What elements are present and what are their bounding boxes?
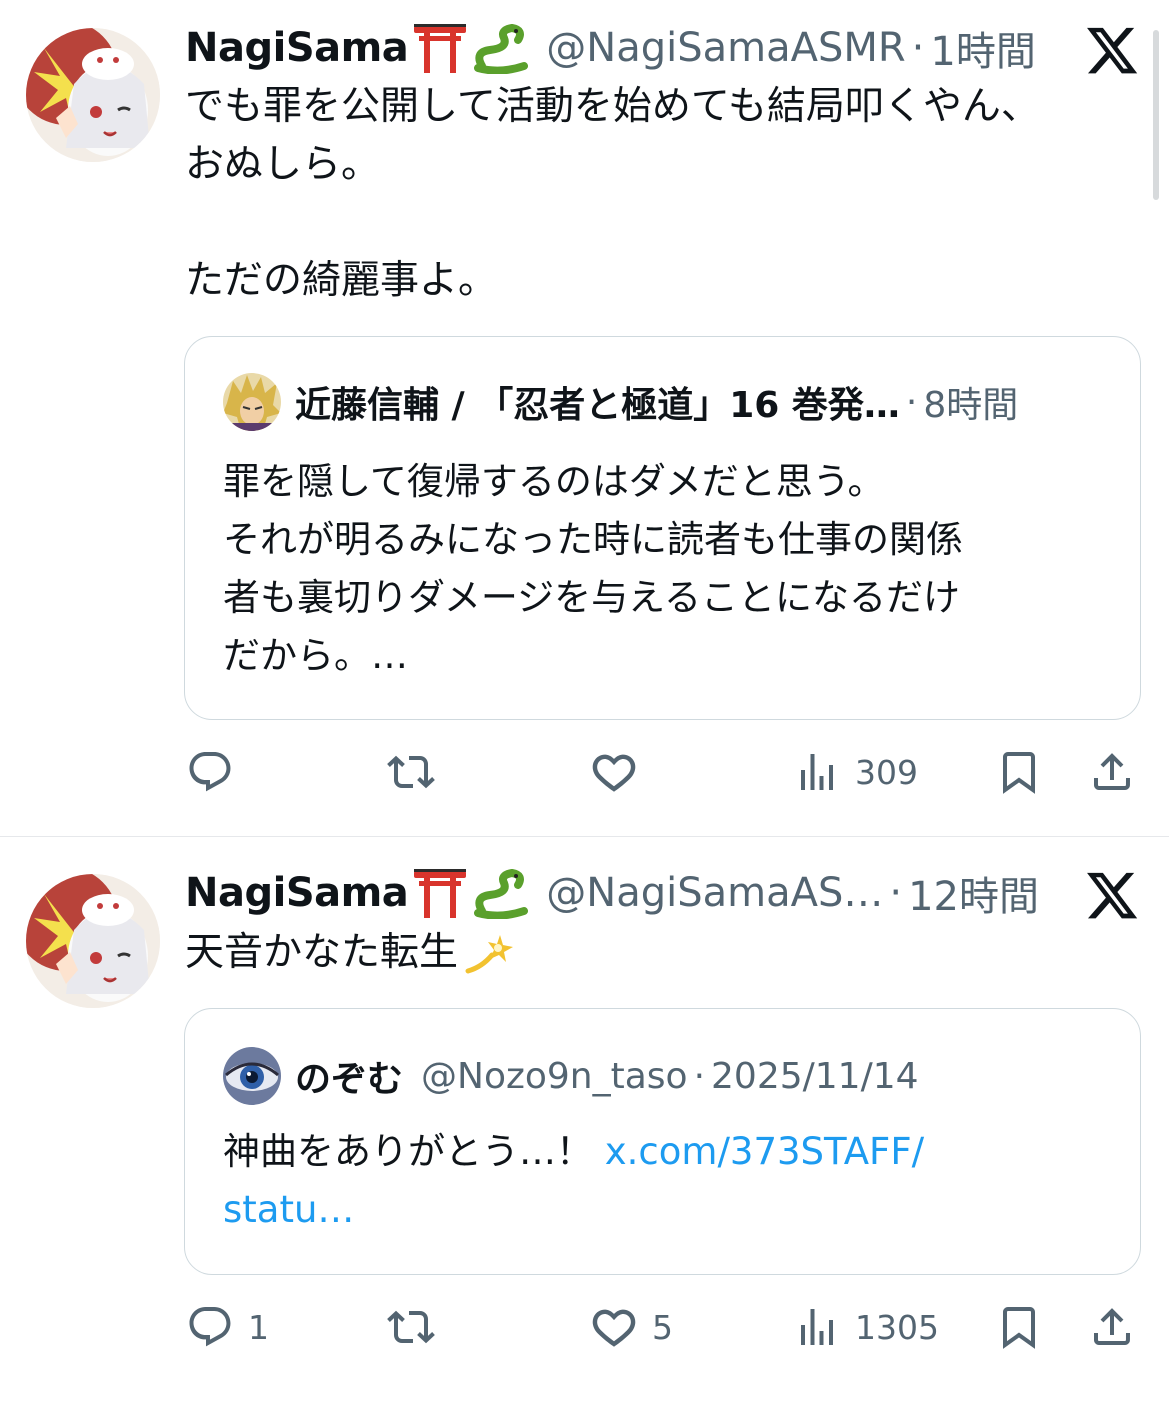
quote-avatar[interactable] [223,373,281,431]
author-handle[interactable]: @NagiSamaAS… [546,870,883,916]
quote-avatar[interactable] [223,1047,281,1105]
retweet-button[interactable] [387,1297,449,1357]
reply-icon [189,1307,231,1347]
author-name[interactable]: NagiSama [185,25,409,71]
quote-header: 近藤信輔 / 「忍者と極道」16 巻発… · 8時間 [223,373,1018,431]
share-icon [1094,753,1130,790]
quote-text-block: 神曲をありがとう…！ x.com/373STAFF/ statu… [223,1123,1103,1239]
quote-timestamp[interactable]: 8時間 [923,376,1018,428]
like-button[interactable] [590,742,652,802]
bookmark-button[interactable] [995,742,1043,802]
tweet-text: 天音かなた転生 [185,930,459,975]
retweet-button[interactable] [387,742,449,802]
tweet-text-row: 天音かなた転生 [185,924,514,982]
views-count: 309 [855,752,918,792]
tweet[interactable]: NagiSama @NagiSamaAS… · 12時間 天音かなた転生 のぞむ… [0,837,1169,1421]
retweet-icon [387,1310,435,1344]
author-handle[interactable]: @NagiSamaASMR [546,25,905,71]
like-button[interactable]: 5 [590,1297,673,1357]
quote-author-name[interactable]: のぞむ [295,1050,403,1102]
tweet-header: NagiSama @NagiSamaAS… · 12時間 [185,863,1039,923]
timestamp[interactable]: 1時間 [930,19,1035,77]
tweet-text: でも罪を公開して活動を始めても結局叩くやん、 おぬしら。 ただの綺麗事よ。 [185,84,1040,303]
tweet[interactable]: NagiSama @NagiSamaASMR · 1時間 でも罪を公開して活動を… [0,0,1169,836]
quote-author-handle[interactable]: @Nozo9n_taso [421,1056,688,1097]
bookmark-button[interactable] [995,1297,1043,1357]
quote-header: のぞむ @Nozo9n_taso · 2025/11/14 [223,1047,919,1105]
snake-icon [472,867,529,919]
snake-icon [472,22,529,74]
bookmark-icon [1003,752,1035,794]
share-icon [1094,1308,1130,1345]
views-icon [801,1309,833,1345]
quote-text: 神曲をありがとう…！ [223,1130,605,1173]
avatar[interactable] [26,874,160,1008]
scrollbar[interactable] [1153,30,1159,200]
quote-timestamp[interactable]: 2025/11/14 [711,1056,919,1097]
quote-author-name[interactable]: 近藤信輔 / 「忍者と極道」16 巻発… [295,376,900,428]
share-button[interactable] [1088,742,1136,802]
separator-dot: · [889,870,903,916]
like-icon [592,754,636,792]
reply-button[interactable]: 1 [186,1297,269,1357]
like-count: 5 [652,1307,673,1347]
like-icon [592,1309,636,1347]
share-button[interactable] [1088,1297,1136,1357]
views-count: 1305 [855,1307,939,1347]
retweet-icon [387,755,435,789]
dizzy-icon [462,927,514,979]
tweet-actions: 1 5 1305 [0,1297,1169,1357]
torii-gate-icon [412,867,468,919]
views-icon [801,754,833,790]
reply-count: 1 [248,1307,269,1347]
tweet-header: NagiSama @NagiSamaASMR · 1時間 [185,18,1036,78]
quoted-tweet[interactable]: 近藤信輔 / 「忍者と極道」16 巻発… · 8時間 罪を隠して復帰するのはダメ… [184,336,1141,720]
views-button[interactable]: 1305 [793,1297,939,1357]
separator-dot: · [905,381,918,423]
author-name[interactable]: NagiSama [185,870,409,916]
reply-button[interactable] [186,742,248,802]
bookmark-icon [1003,1307,1035,1349]
torii-gate-icon [412,22,468,74]
quote-text: 罪を隠して復帰するのはダメだと思う。 それが明るみになった時に読者も仕事の関係 … [223,460,963,677]
views-button[interactable]: 309 [793,742,918,802]
separator-dot: · [693,1055,706,1097]
x-logo-icon [1084,867,1140,923]
avatar[interactable] [26,28,160,162]
tweet-actions: 309 [0,742,1169,802]
separator-dot: · [911,25,925,71]
quoted-tweet[interactable]: のぞむ @Nozo9n_taso · 2025/11/14 神曲をありがとう…！… [184,1008,1141,1275]
timestamp[interactable]: 12時間 [908,864,1039,922]
x-logo-icon [1084,22,1140,78]
reply-icon [189,752,231,792]
